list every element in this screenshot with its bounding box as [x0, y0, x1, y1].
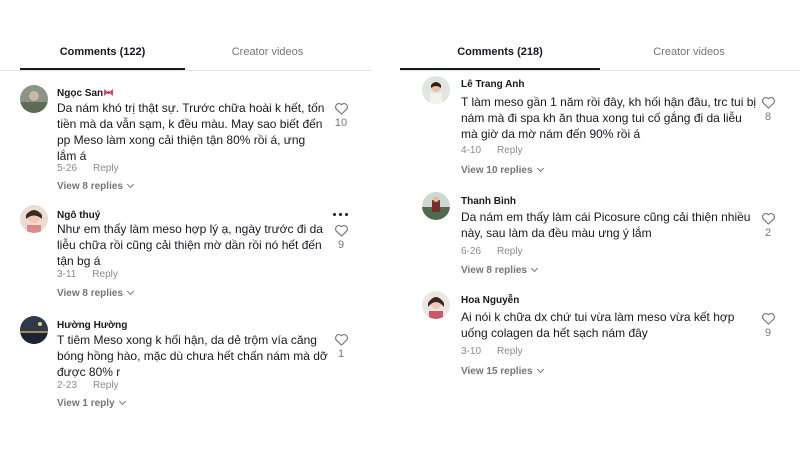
like-button[interactable]: 1 — [331, 333, 351, 360]
comment-date: 5-26 — [57, 163, 78, 174]
comment-text: T tiêm Meso xong k hối hận, da dẻ trộm v… — [57, 333, 328, 379]
chevron-down-icon — [530, 264, 539, 273]
reply-button[interactable]: Reply — [92, 269, 118, 280]
comment-text: Như em thấy làm meso hợp lý ạ, ngày trướ… — [57, 222, 323, 268]
comment-meta: 3-11 Reply — [57, 269, 118, 280]
view-replies-button[interactable]: View 8 replies — [57, 180, 135, 192]
tab-creator-videos[interactable]: Creator videos — [185, 46, 350, 68]
like-count: 9 — [764, 327, 772, 339]
comment-username[interactable]: Hường Hường — [57, 320, 127, 331]
avatar[interactable] — [422, 192, 450, 220]
view-replies-button[interactable]: View 1 reply — [57, 397, 126, 409]
view-replies-button[interactable]: View 15 replies — [461, 365, 544, 377]
comment-text: T làm meso gần 1 năm rồi đây, kh hối hận… — [461, 95, 757, 141]
heart-outline-icon — [761, 212, 775, 225]
reply-button[interactable]: Reply — [497, 346, 523, 357]
chevron-down-icon — [118, 397, 126, 406]
view-replies-button[interactable]: View 8 replies — [461, 264, 539, 276]
bow-emoji-icon — [104, 89, 114, 96]
like-button[interactable]: 8 — [758, 96, 778, 123]
like-count: 2 — [764, 227, 772, 239]
reply-button[interactable]: Reply — [93, 163, 119, 174]
chevron-down-icon — [536, 365, 544, 374]
comments-panel-left: Comments (122) Creator videos Ngọc San D… — [0, 0, 372, 450]
comment-meta: 5-26 Reply — [57, 163, 119, 174]
like-button[interactable]: 10 — [331, 102, 351, 129]
heart-outline-icon — [334, 333, 348, 346]
reply-button[interactable]: Reply — [93, 380, 119, 391]
comment-meta: 3-10 Reply — [461, 346, 523, 357]
like-button[interactable]: 9 — [331, 224, 351, 251]
like-button[interactable]: 9 — [758, 312, 778, 339]
avatar[interactable] — [20, 316, 48, 344]
tab-comments[interactable]: Comments (122) — [20, 46, 185, 70]
chevron-down-icon — [536, 164, 544, 173]
tab-bar: Comments (218) Creator videos — [400, 46, 800, 71]
avatar[interactable] — [20, 205, 48, 233]
comment-text: Ai nói k chữa dx chứ tui vừa làm meso vừ… — [461, 310, 735, 340]
tab-creator-videos[interactable]: Creator videos — [600, 46, 778, 68]
like-count: 10 — [334, 117, 348, 129]
comment-meta: 6-26 Reply — [461, 246, 523, 257]
comment-username[interactable]: Ngọc San — [57, 88, 114, 99]
comment-date: 3-10 — [461, 346, 482, 357]
like-count: 8 — [764, 111, 772, 123]
comment-meta: 2-23 Reply — [57, 380, 119, 391]
comment-username[interactable]: Ngô thuý — [57, 210, 100, 221]
comment-date: 3-11 — [57, 269, 77, 280]
tab-comments[interactable]: Comments (218) — [400, 46, 600, 70]
comment-username[interactable]: Hoa Nguyễn — [461, 295, 519, 306]
avatar[interactable] — [422, 76, 450, 104]
reply-button[interactable]: Reply — [497, 246, 523, 257]
view-replies-button[interactable]: View 8 replies — [57, 287, 135, 299]
heart-outline-icon — [761, 96, 775, 109]
like-count: 1 — [337, 348, 345, 360]
comment-username[interactable]: Thanh Bình — [461, 196, 516, 207]
comment-text: Da nám em thấy làm cái Picosure cũng cải… — [461, 210, 751, 240]
comment-date: 4-10 — [461, 145, 482, 156]
chevron-down-icon — [126, 180, 135, 189]
like-button[interactable]: 2 — [758, 212, 778, 239]
comments-panel-right: Comments (218) Creator videos Lê Trang A… — [400, 0, 800, 450]
comment-text: Da nám khó trị thật sự. Trước chữa hoài … — [57, 101, 325, 163]
avatar[interactable] — [20, 85, 48, 113]
like-count: 9 — [337, 239, 345, 251]
comment-date: 2-23 — [57, 380, 78, 391]
heart-outline-icon — [761, 312, 775, 325]
comment-meta: 4-10 Reply — [461, 145, 523, 156]
chevron-down-icon — [126, 287, 135, 296]
view-replies-button[interactable]: View 10 replies — [461, 164, 544, 176]
heart-outline-icon — [334, 102, 348, 115]
comment-date: 6-26 — [461, 246, 482, 257]
comment-username[interactable]: Lê Trang Anh — [461, 79, 525, 90]
avatar[interactable] — [422, 291, 450, 319]
heart-outline-icon — [334, 224, 348, 237]
more-options-button[interactable] — [333, 212, 349, 218]
tab-bar: Comments (122) Creator videos — [0, 46, 372, 71]
reply-button[interactable]: Reply — [497, 145, 523, 156]
